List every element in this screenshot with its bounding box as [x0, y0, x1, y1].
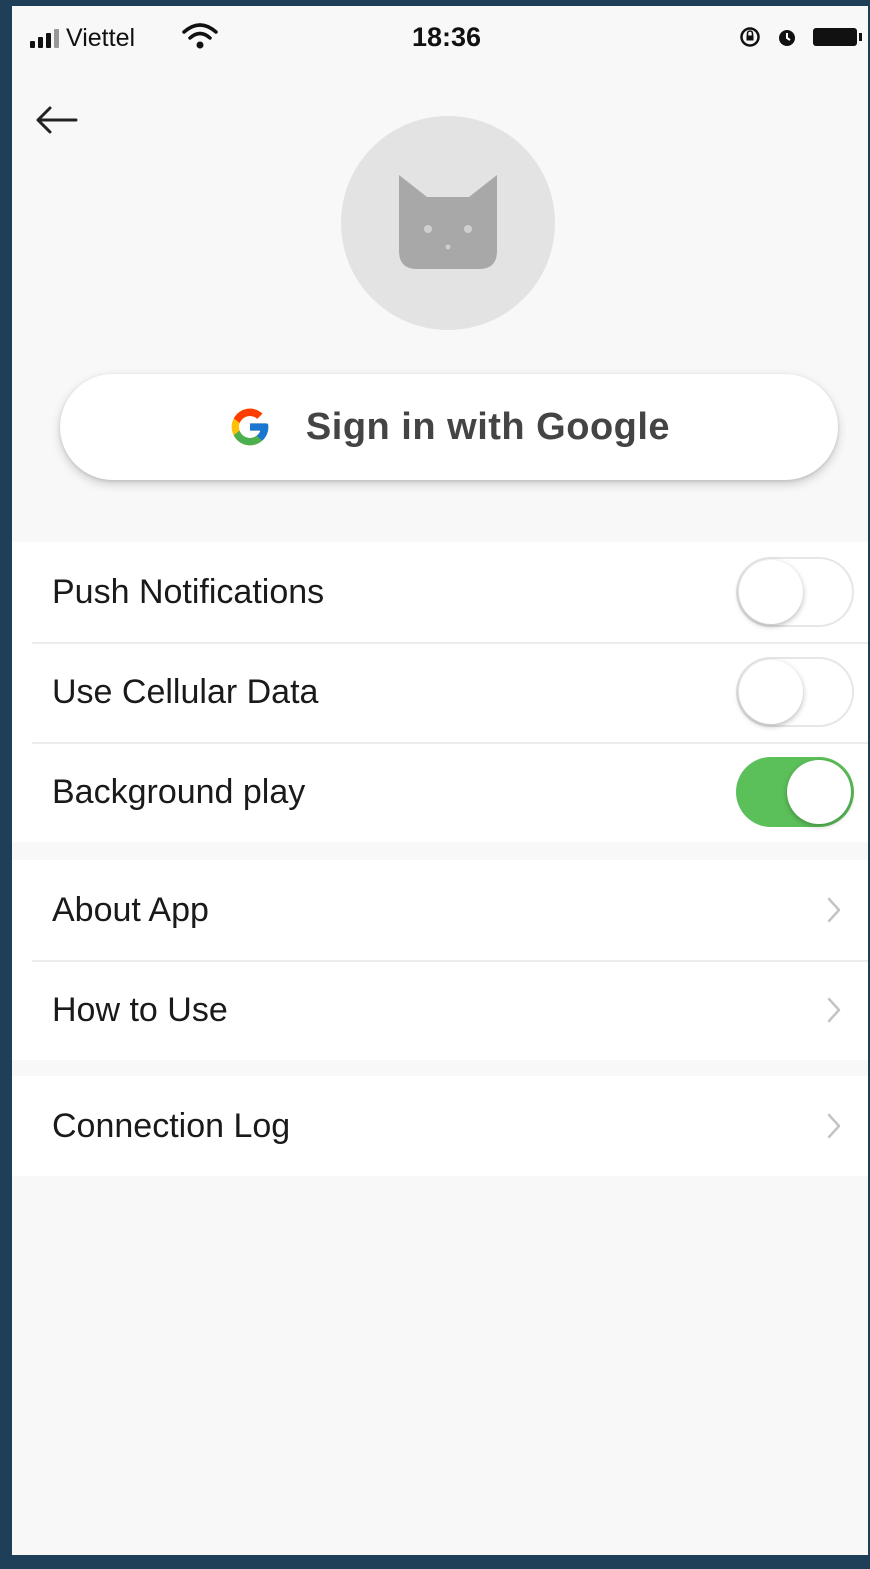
toggle-settings-group: Push Notifications Use Cellular Data Bac… — [12, 542, 868, 842]
back-button[interactable] — [30, 94, 82, 146]
chevron-right-icon — [820, 890, 848, 930]
about-app-label: About App — [52, 890, 209, 929]
about-app-row[interactable]: About App — [12, 860, 868, 960]
cellular-data-row: Use Cellular Data — [12, 642, 868, 742]
rotation-lock-icon — [740, 27, 760, 47]
how-to-use-row[interactable]: How to Use — [12, 960, 868, 1060]
battery-icon — [813, 28, 862, 46]
background-play-row: Background play — [12, 742, 868, 842]
settings-screen: Viettel 18:36 Sign in with Google Push N… — [12, 6, 868, 1555]
cat-avatar-icon — [399, 175, 497, 269]
wifi-icon — [182, 23, 218, 49]
status-bar: Viettel 18:36 — [12, 6, 868, 62]
push-notifications-toggle[interactable] — [736, 557, 854, 627]
background-play-toggle[interactable] — [736, 757, 854, 827]
status-time: 18:36 — [412, 22, 482, 52]
signal-icon — [30, 28, 59, 48]
avatar[interactable] — [341, 116, 555, 330]
cellular-data-label: Use Cellular Data — [52, 672, 319, 711]
back-arrow-icon — [36, 106, 78, 134]
chevron-right-icon — [820, 1106, 848, 1146]
carrier-name: Viettel — [66, 24, 136, 52]
google-icon — [231, 408, 269, 446]
sign-in-google-label: Sign in with Google — [305, 405, 671, 448]
chevron-right-icon — [820, 990, 848, 1030]
connection-log-row[interactable]: Connection Log — [12, 1076, 868, 1176]
push-notifications-label: Push Notifications — [52, 572, 325, 611]
alarm-icon — [779, 30, 795, 46]
background-play-label: Background play — [52, 772, 306, 811]
cellular-data-toggle[interactable] — [736, 657, 854, 727]
connection-log-label: Connection Log — [52, 1106, 291, 1145]
how-to-use-label: How to Use — [52, 990, 228, 1029]
sign-in-google-button[interactable]: Sign in with Google — [60, 374, 838, 480]
push-notifications-row: Push Notifications — [12, 542, 868, 642]
log-links-group: Connection Log — [12, 1076, 868, 1176]
info-links-group: About App How to Use — [12, 860, 868, 1060]
